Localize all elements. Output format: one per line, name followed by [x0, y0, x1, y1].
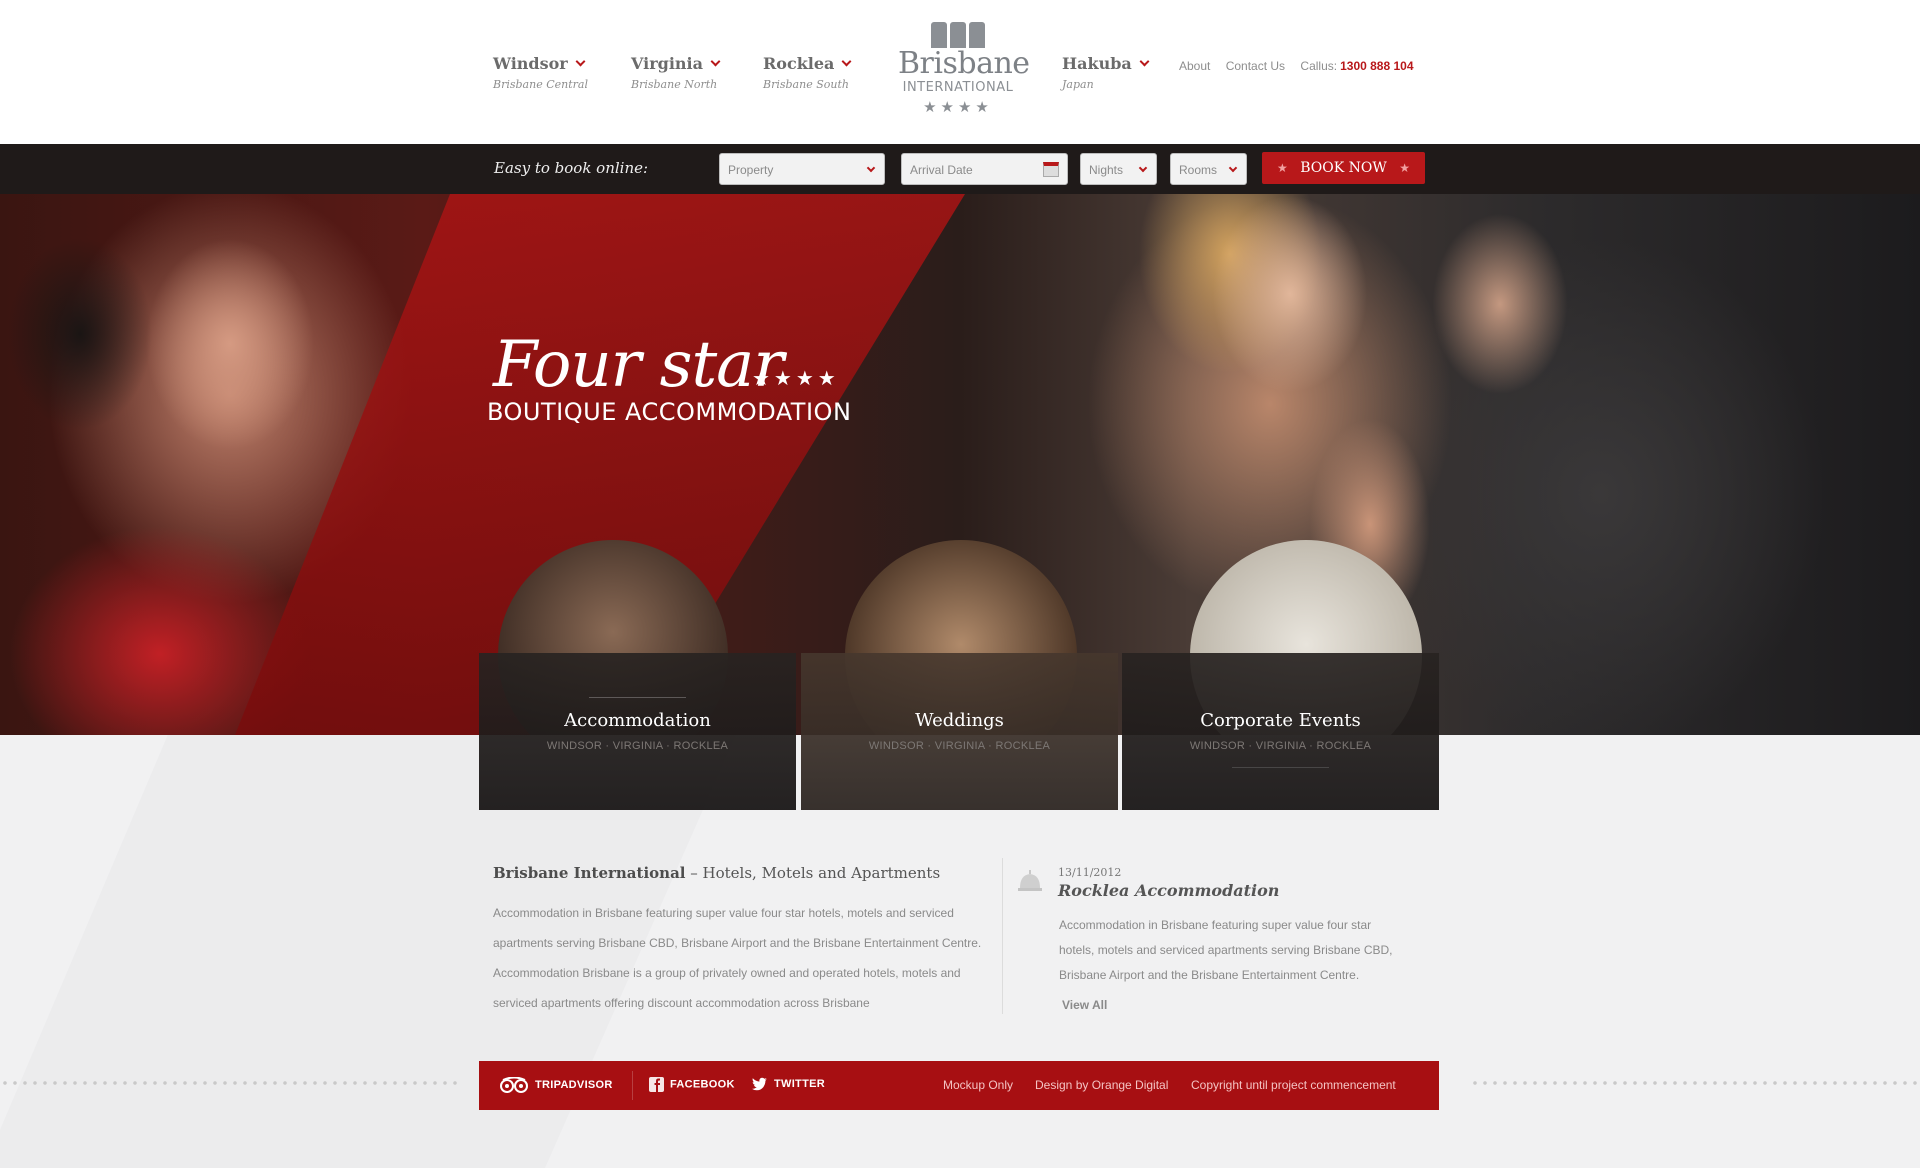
- property-select[interactable]: Property: [719, 153, 885, 185]
- book-now-button[interactable]: ★ BOOK NOW ★: [1262, 152, 1425, 184]
- twitter-icon: [751, 1077, 767, 1091]
- tripadvisor-label: TRIPADVISOR: [535, 1078, 613, 1091]
- nights-select-value: Nights: [1089, 163, 1124, 177]
- book-now-label: BOOK NOW: [1300, 160, 1387, 176]
- nav-label: Hakuba: [1062, 54, 1132, 73]
- tile-locations: WINDSOR · VIRGINIA · ROCKLEA: [1189, 740, 1372, 752]
- facebook-link[interactable]: FACEBOOK: [649, 1077, 735, 1092]
- star-icon: ★: [1277, 161, 1288, 175]
- property-select-value: Property: [728, 163, 774, 177]
- divider: [1232, 767, 1329, 768]
- tile-title: Corporate Events: [1200, 710, 1361, 731]
- chevron-down-icon: [1138, 163, 1148, 173]
- about-link[interactable]: About: [1179, 59, 1210, 73]
- star-icon: ★: [1399, 161, 1410, 175]
- nav-label: Virginia: [631, 54, 703, 73]
- rooms-select[interactable]: Rooms: [1170, 153, 1247, 185]
- chevron-down-icon: [575, 56, 586, 67]
- intro-paragraph: Accommodation in Brisbane featuring supe…: [493, 906, 982, 1010]
- hero-title: Four star: [493, 328, 784, 402]
- dotted-divider: [1470, 1081, 1920, 1085]
- chevron-down-icon: [866, 163, 876, 173]
- nav-sublabel: Brisbane South: [763, 78, 849, 91]
- chevron-down-icon: [710, 56, 721, 67]
- nav-sublabel: Japan: [1062, 78, 1094, 91]
- site-footer: TRIPADVISOR FACEBOOK TWITTER Mockup Only…: [479, 1061, 1439, 1110]
- tripadvisor-link[interactable]: TRIPADVISOR: [499, 1077, 613, 1093]
- facebook-label: FACEBOOK: [670, 1078, 735, 1091]
- calendar-icon[interactable]: [1043, 162, 1059, 177]
- hero-subtitle: BOUTIQUE ACCOMMODATION: [487, 398, 852, 426]
- callus-label: Callus:: [1300, 59, 1338, 73]
- phone-number[interactable]: 1300 888 104: [1340, 59, 1413, 73]
- nav-item-hakuba[interactable]: Hakuba Japan: [1062, 54, 1150, 91]
- divider: [589, 697, 686, 698]
- chevron-down-icon: [1139, 56, 1150, 67]
- twitter-label: TWITTER: [774, 1077, 825, 1090]
- intro-heading-rest: – Hotels, Motels and Apartments: [685, 864, 941, 882]
- news-excerpt: Accommodation in Brisbane featuring supe…: [1059, 918, 1393, 982]
- mockup-note: Mockup Only: [943, 1078, 1014, 1092]
- dotted-divider: [0, 1081, 460, 1085]
- tile-corporate-events[interactable]: Corporate Events WINDSOR · VIRGINIA · RO…: [1122, 653, 1439, 810]
- contact-link[interactable]: Contact Us: [1226, 59, 1285, 73]
- nav-sublabel: Brisbane Central: [493, 78, 588, 91]
- booking-bar: Easy to book online: Property Arrival Da…: [0, 144, 1920, 194]
- news-title[interactable]: Rocklea Accommodation: [1058, 881, 1279, 900]
- booking-label: Easy to book online:: [494, 159, 649, 177]
- design-credit-link[interactable]: Design by Orange Digital: [1035, 1078, 1168, 1092]
- nav-item-windsor[interactable]: Windsor Brisbane Central: [493, 54, 588, 91]
- header-links: About Contact Us Callus: 1300 888 104: [1179, 59, 1414, 73]
- nav-item-rocklea[interactable]: Rocklea Brisbane South: [763, 54, 852, 91]
- tripadvisor-icon: [500, 1077, 528, 1093]
- logo-stars: ★★★★: [923, 99, 993, 116]
- facebook-icon: [649, 1077, 664, 1092]
- copyright-text: Copyright until project commencement: [1191, 1078, 1396, 1092]
- chevron-down-icon: [1228, 163, 1238, 173]
- arrival-date-input[interactable]: Arrival Date: [901, 153, 1068, 185]
- tile-title: Accommodation: [564, 710, 711, 731]
- arrival-date-placeholder: Arrival Date: [910, 163, 973, 177]
- logo-title: Brisbane: [898, 46, 1030, 81]
- tile-accommodation[interactable]: Accommodation WINDSOR · VIRGINIA · ROCKL…: [479, 653, 796, 810]
- site-header: Windsor Brisbane Central Virginia Brisba…: [0, 0, 1920, 144]
- nights-select[interactable]: Nights: [1080, 153, 1157, 185]
- hero-stars: ★★★★: [752, 368, 840, 390]
- intro-heading-brand: Brisbane International: [493, 864, 686, 882]
- nav-label: Rocklea: [763, 54, 835, 73]
- nav-label: Windsor: [493, 54, 568, 73]
- view-all-link[interactable]: View All: [1062, 998, 1107, 1012]
- twitter-link[interactable]: TWITTER: [751, 1077, 825, 1091]
- footer-divider: [632, 1071, 633, 1100]
- chevron-down-icon: [841, 56, 852, 67]
- tile-locations: WINDSOR · VIRGINIA · ROCKLEA: [546, 740, 729, 752]
- bell-icon: [1018, 870, 1042, 891]
- tile-weddings[interactable]: Weddings WINDSOR · VIRGINIA · ROCKLEA: [801, 653, 1118, 810]
- tile-title: Weddings: [915, 710, 1004, 731]
- brand-logo[interactable]: Brisbane INTERNATIONAL ★★★★: [898, 22, 1030, 116]
- tile-locations: WINDSOR · VIRGINIA · ROCKLEA: [868, 740, 1051, 752]
- books-logo-icon: [898, 22, 1018, 48]
- logo-subtitle: INTERNATIONAL: [902, 80, 1014, 95]
- intro-heading: Brisbane International – Hotels, Motels …: [493, 864, 940, 882]
- news-date: 13/11/2012: [1058, 866, 1122, 879]
- nav-item-virginia[interactable]: Virginia Brisbane North: [631, 54, 721, 91]
- rooms-select-value: Rooms: [1179, 163, 1218, 177]
- content-divider: [1002, 858, 1003, 1014]
- nav-sublabel: Brisbane North: [631, 78, 718, 91]
